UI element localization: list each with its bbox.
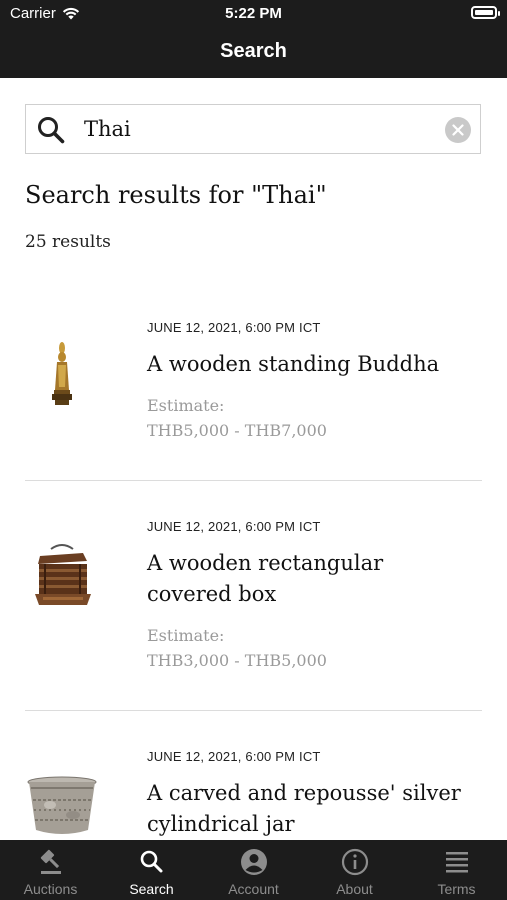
- wooden-box-image: [35, 544, 91, 605]
- item-title: A wooden standing Buddha: [147, 352, 440, 376]
- tab-about[interactable]: About: [304, 840, 405, 900]
- item-estimate-label: Estimate:: [147, 396, 225, 415]
- item-date: JUNE 12, 2021, 6:00 PM ICT: [147, 320, 321, 335]
- tab-label: Search: [129, 881, 174, 897]
- tab-account[interactable]: Account: [203, 840, 304, 900]
- terms-icon: [446, 852, 468, 873]
- clear-search-icon[interactable]: [445, 117, 471, 143]
- item-estimate-value: THB3,000 - THB5,000: [147, 651, 327, 670]
- item-title: A wooden rectangular covered box: [147, 551, 384, 606]
- search-icon: [140, 850, 163, 873]
- item-date: JUNE 12, 2021, 6:00 PM ICT: [147, 519, 321, 534]
- item-date: JUNE 12, 2021, 6:00 PM ICT: [147, 749, 321, 764]
- tab-search[interactable]: Search: [101, 840, 202, 900]
- buddha-statue-image: [52, 342, 72, 405]
- tab-label: Auctions: [23, 881, 78, 897]
- silver-jar-image: [27, 776, 97, 834]
- status-time: 5:22 PM: [225, 5, 282, 22]
- tab-label: Account: [228, 881, 279, 897]
- gavel-icon: [40, 849, 61, 874]
- battery-fill: [475, 10, 493, 15]
- divider: [25, 480, 482, 481]
- tab-terms[interactable]: Terms: [406, 840, 507, 900]
- results-title: Search results for "Thai": [25, 181, 327, 209]
- tab-bar: Auctions Search Account About Terms: [0, 840, 507, 900]
- divider: [25, 710, 482, 711]
- search-bar[interactable]: [25, 104, 481, 154]
- item-estimate-label: Estimate:: [147, 626, 225, 645]
- tab-label: Terms: [437, 881, 476, 897]
- item-estimate-value: THB5,000 - THB7,000: [147, 421, 327, 440]
- search-icon: [38, 117, 65, 144]
- top-bar: Carrier 5:22 PM Search: [0, 0, 507, 78]
- results-count: 25 results: [25, 232, 111, 252]
- battery-icon: [471, 6, 500, 19]
- tab-auctions[interactable]: Auctions: [0, 840, 101, 900]
- item-title: A carved and repousse' silver cylindrica…: [147, 781, 461, 836]
- tab-label: About: [336, 881, 373, 897]
- account-icon: [241, 849, 267, 875]
- info-icon: [341, 848, 369, 876]
- search-input[interactable]: [84, 113, 434, 145]
- page-title: Search: [220, 40, 287, 62]
